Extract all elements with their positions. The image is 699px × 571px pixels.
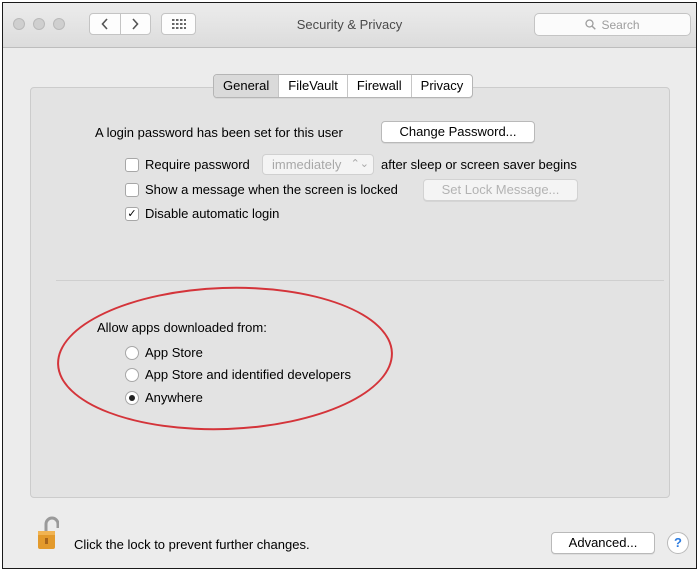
help-button[interactable]: ? [667,532,689,554]
tab-filevault[interactable]: FileVault [278,75,347,97]
preferences-window: Security & Privacy Search General FileVa… [2,2,697,569]
checkmark-icon: ✓ [127,208,137,220]
search-placeholder: Search [601,17,640,32]
updown-arrows-icon: ⌃⌄ [350,158,369,170]
set-lock-message-button[interactable]: Set Lock Message... [423,179,578,201]
content-panel [30,87,670,498]
require-password-delay-popup[interactable]: immediately ⌃⌄ [262,154,374,175]
search-field[interactable]: Search [534,13,691,36]
title-bar: Security & Privacy Search [3,3,696,48]
advanced-button[interactable]: Advanced... [551,532,655,554]
show-message-checkbox[interactable] [125,183,139,197]
tab-privacy[interactable]: Privacy [410,75,473,97]
change-password-button[interactable]: Change Password... [381,121,535,143]
require-password-delay-value: immediately [272,157,342,172]
unlocked-padlock-icon[interactable] [37,516,60,553]
lock-status-text: Click the lock to prevent further change… [74,537,310,552]
login-password-label: A login password has been set for this u… [95,125,343,140]
section-divider [56,280,664,281]
search-icon [585,19,597,30]
tab-bar: General FileVault Firewall Privacy [213,74,474,98]
show-message-label: Show a message when the screen is locked [145,182,398,197]
require-password-suffix: after sleep or screen saver begins [381,157,577,172]
disable-auto-login-checkbox[interactable]: ✓ [125,207,139,221]
tab-general[interactable]: General [214,75,279,97]
disable-auto-login-label: Disable automatic login [145,206,280,221]
require-password-checkbox[interactable] [125,158,139,172]
tab-firewall[interactable]: Firewall [346,75,411,97]
require-password-label: Require password [145,157,250,172]
